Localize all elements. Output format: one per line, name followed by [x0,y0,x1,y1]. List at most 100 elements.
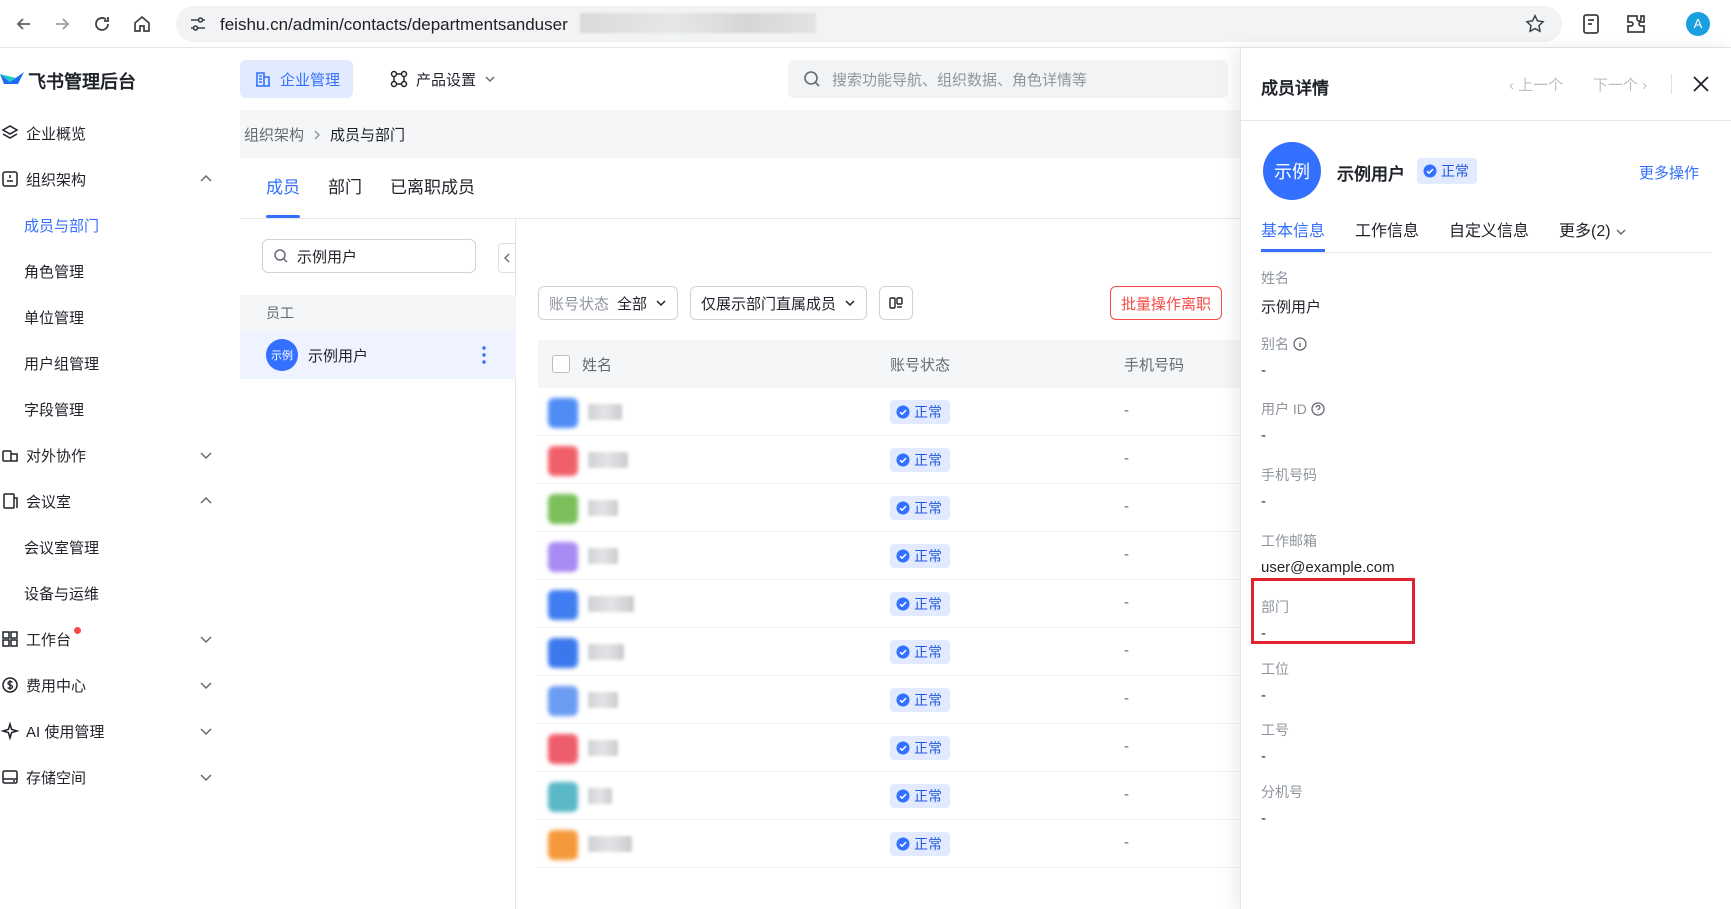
tab-basic-info[interactable]: 基本信息 [1261,212,1326,252]
table-row[interactable]: 正常 - [538,532,1240,580]
select-all-checkbox[interactable] [552,355,570,373]
table-row[interactable]: 正常 - [538,484,1240,532]
home-button[interactable] [128,10,156,38]
site-settings-icon[interactable] [188,14,208,34]
nav-product-settings[interactable]: 产品设置 [390,60,496,98]
sidebar-item-label: 设备与运维 [24,585,100,603]
table-row[interactable]: 正常 - [538,436,1240,484]
table-row[interactable]: 正常 - [538,820,1240,868]
sidebar-item-label: 对外协作 [26,447,87,465]
tab-custom-info[interactable]: 自定义信息 [1449,212,1529,252]
drawer-header-divider [1241,120,1731,121]
sidebar-item-2[interactable]: 成员与部门 [0,207,224,243]
redacted-url-part [580,13,816,33]
sidebar-item-label: 企业概览 [26,125,87,143]
member-search-input[interactable]: 示例用户 [262,239,476,273]
breadcrumb: 组织架构 成员与部门 [244,124,405,145]
status-text: 正常 [914,452,942,468]
tab-members[interactable]: 成员 [266,158,300,218]
forward-button[interactable] [48,10,76,38]
column-settings-button[interactable] [879,286,914,320]
address-bar[interactable]: feishu.cn/admin/contacts/departmentsandu… [176,6,1562,42]
collapse-panel-button[interactable] [498,243,516,273]
nav-enterprise-tab[interactable]: 企业管理 [240,60,353,98]
sidebar-item-1[interactable]: 组织架构 [0,161,224,197]
phone-cell: - [1124,786,1129,803]
sidebar-item-label: 成员与部门 [24,217,100,235]
back-button[interactable] [10,10,38,38]
previous-member-button[interactable]: ‹ 上一个 [1509,74,1563,95]
main-content: 组织架构 成员与部门 成员 部门 已离职成员 示例用户 员工 示例 示例用户 账… [240,110,1240,909]
avatar [548,734,578,764]
search-result-item[interactable]: 示例 示例用户 [240,331,516,379]
sidebar-item-7[interactable]: 对外协作 [0,437,224,473]
header-status[interactable]: 账号状态 [890,354,950,375]
field-label-text: 工作邮箱 [1261,533,1317,549]
table-row[interactable]: 正常 - [538,628,1240,676]
sidebar-item-label: 会议室 [26,493,72,511]
check-circle-icon [896,453,910,467]
table-row[interactable]: 正常 - [538,724,1240,772]
browser-toolbar: feishu.cn/admin/contacts/departmentsandu… [0,0,1731,48]
phone-cell: - [1124,450,1129,467]
reload-button[interactable] [88,10,116,38]
tab-work-info[interactable]: 工作信息 [1355,212,1419,252]
phone-cell: - [1124,546,1129,563]
global-search-input[interactable]: 搜索功能导航、组织数据、角色详情等 [788,60,1228,98]
close-icon[interactable] [1691,74,1711,94]
tab-departments[interactable]: 部门 [328,158,362,218]
sidebar-item-4[interactable]: 单位管理 [0,299,224,335]
direct-members-filter[interactable]: 仅展示部门直属成员 [690,286,868,320]
sidebar-item-label: 会议室管理 [24,539,100,557]
check-circle-icon [896,789,910,803]
sidebar-item-14[interactable]: 存储空间 [0,759,224,795]
check-circle-icon [896,741,910,755]
tab-resigned-members[interactable]: 已离职成员 [390,158,475,218]
more-vertical-icon[interactable] [482,345,486,365]
header-name[interactable]: 姓名 [582,354,612,375]
avatar [548,542,578,572]
status-badge: 正常 [890,592,950,616]
profile-avatar[interactable]: A [1686,12,1710,36]
table-row[interactable]: 正常 - [538,772,1240,820]
table-row[interactable]: 正常 - [538,580,1240,628]
header-phone[interactable]: 手机号码 [1124,354,1184,375]
workbench-icon [2,631,18,647]
field-label: 姓名 [1261,268,1289,288]
check-circle-icon [896,405,910,419]
building-icon [256,72,270,87]
info-icon[interactable] [1293,337,1307,351]
sidebar-item-label: 字段管理 [24,401,85,419]
sidebar-item-11[interactable]: 工作台 [0,621,224,657]
table-row[interactable]: 正常 - [538,676,1240,724]
breadcrumb-parent[interactable]: 组织架构 [244,124,304,145]
tab-more[interactable]: 更多(2) [1559,212,1627,252]
puzzle-icon[interactable] [1624,12,1648,36]
sidebar-item-5[interactable]: 用户组管理 [0,345,224,381]
account-status-filter[interactable]: 账号状态 全部 [538,286,679,320]
status-badge: 正常 [890,784,950,808]
status-badge: 正常 [890,400,950,424]
batch-resign-button[interactable]: 批量操作离职 [1110,286,1223,320]
bookmark-star-icon[interactable] [1524,13,1546,35]
sidebar-item-9[interactable]: 会议室管理 [0,529,224,565]
status-badge: 正常 [890,544,950,568]
more-actions-link[interactable]: 更多操作 [1639,162,1699,183]
next-member-button[interactable]: 下一个 › [1593,74,1647,95]
sidebar-item-8[interactable]: 会议室 [0,483,224,519]
arrow-right-icon [56,18,70,30]
sidebar-item-3[interactable]: 角色管理 [0,253,224,289]
sidebar-item-10[interactable]: 设备与运维 [0,575,224,611]
check-circle-icon [896,501,910,515]
table-row[interactable]: 正常 - [538,388,1240,436]
field-label: 工位 [1261,659,1289,679]
sidebar-item-0[interactable]: 企业概览 [0,115,224,151]
collab-icon [2,450,18,462]
sidebar-item-6[interactable]: 字段管理 [0,391,224,427]
extension-icon[interactable] [1580,12,1604,36]
phone-cell: - [1124,498,1129,515]
sidebar-item-13[interactable]: AI 使用管理 [0,713,224,749]
sidebar-item-12[interactable]: 费用中心 [0,667,224,703]
help-icon[interactable] [1311,402,1325,416]
member-detail-drawer: 成员详情 ‹ 上一个 下一个 › 示例 示例用户 正常 更多操作 基本信息 工作… [1240,48,1731,909]
